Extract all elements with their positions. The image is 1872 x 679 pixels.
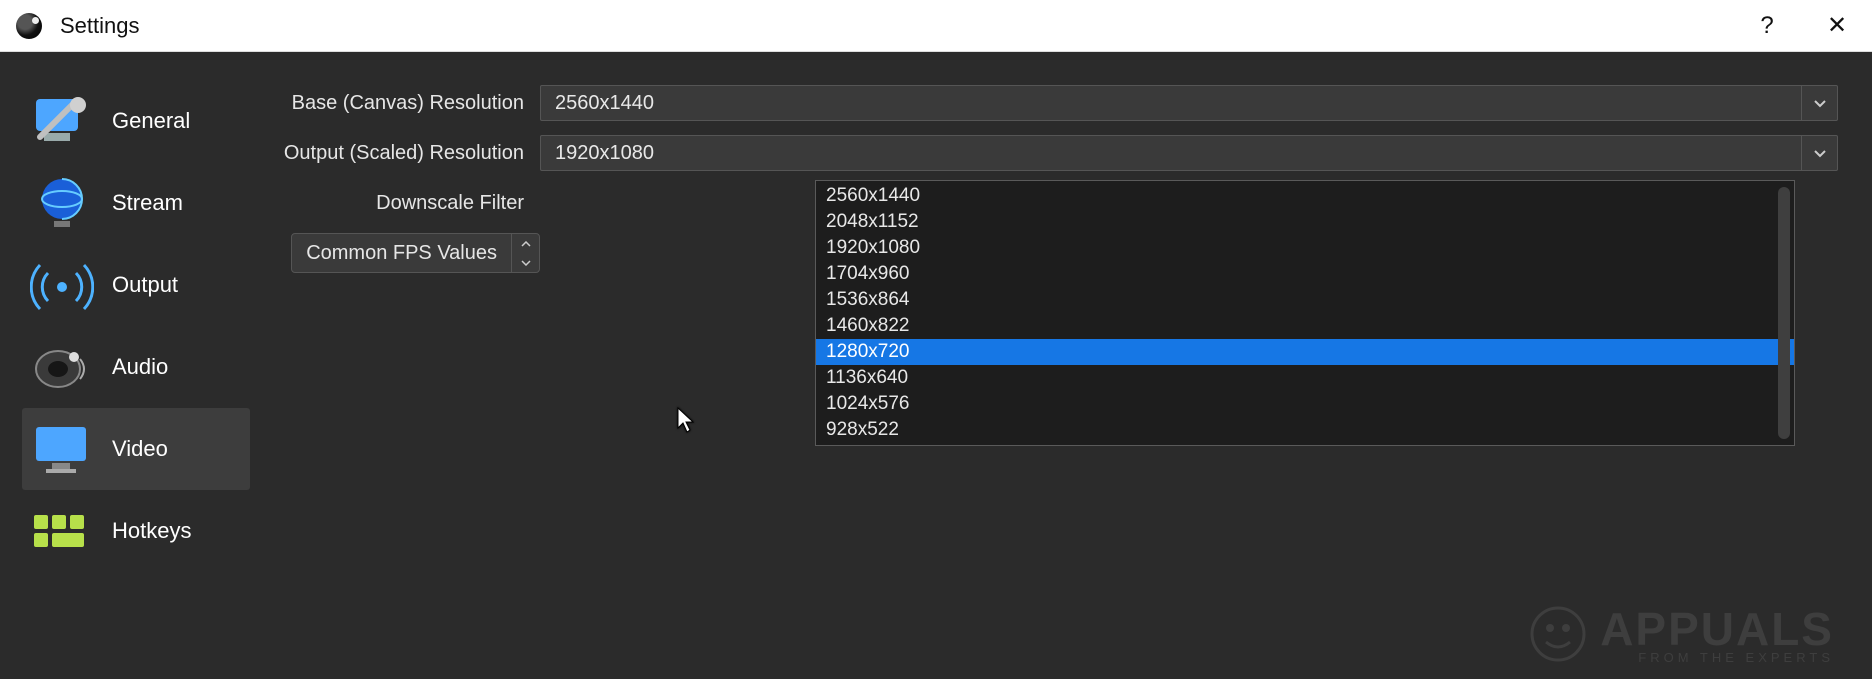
base-resolution-row: Base (Canvas) Resolution 2560x1440 <box>270 80 1838 126</box>
watermark-brand: APPUALS <box>1600 602 1834 656</box>
dropdown-option[interactable]: 2048x1152 <box>816 209 1794 235</box>
base-resolution-label: Base (Canvas) Resolution <box>270 92 540 115</box>
sidebar-item-label: Output <box>112 272 178 298</box>
sidebar-item-video[interactable]: Video <box>22 408 250 490</box>
spinner-icon <box>511 234 539 272</box>
output-resolution-row: Output (Scaled) Resolution 1920x1080 <box>270 130 1838 176</box>
dropdown-option[interactable]: 1024x576 <box>816 391 1794 417</box>
help-button[interactable]: ? <box>1732 0 1802 51</box>
keyboard-icon <box>30 503 94 559</box>
dropdown-option[interactable]: 1704x960 <box>816 261 1794 287</box>
output-resolution-combo[interactable]: 1920x1080 <box>540 135 1838 171</box>
sidebar-item-hotkeys[interactable]: Hotkeys <box>22 490 250 572</box>
output-resolution-dropdown[interactable]: 2560x1440 2048x1152 1920x1080 1704x960 1… <box>815 180 1795 446</box>
dropdown-option[interactable]: 928x522 <box>816 417 1794 443</box>
window-title: Settings <box>60 13 140 39</box>
chevron-down-icon <box>1801 86 1837 120</box>
antenna-icon <box>30 257 94 313</box>
wrench-icon <box>30 93 94 149</box>
dropdown-option[interactable]: 1460x822 <box>816 313 1794 339</box>
dropdown-option[interactable]: 1536x864 <box>816 287 1794 313</box>
fps-mode-label: Common FPS Values <box>292 242 511 265</box>
titlebar: Settings ? ✕ <box>0 0 1872 52</box>
speaker-icon <box>30 339 94 395</box>
settings-sidebar: General Stream Output <box>0 52 260 679</box>
sidebar-item-label: Video <box>112 436 168 462</box>
dropdown-option[interactable]: 1136x640 <box>816 365 1794 391</box>
sidebar-item-output[interactable]: Output <box>22 244 250 326</box>
watermark: APPUALS FROM THE EXPERTS <box>1530 602 1834 665</box>
fps-mode-selector[interactable]: Common FPS Values <box>291 233 540 273</box>
globe-icon <box>30 175 94 231</box>
sidebar-item-label: Hotkeys <box>112 518 191 544</box>
base-resolution-value: 2560x1440 <box>541 92 654 115</box>
sidebar-item-label: Audio <box>112 354 168 380</box>
monitor-icon <box>30 421 94 477</box>
client-area: General Stream Output <box>0 52 1872 679</box>
sidebar-item-audio[interactable]: Audio <box>22 326 250 408</box>
base-resolution-combo[interactable]: 2560x1440 <box>540 85 1838 121</box>
video-settings-panel: Base (Canvas) Resolution 2560x1440 Outpu… <box>260 52 1872 679</box>
sidebar-item-stream[interactable]: Stream <box>22 162 250 244</box>
close-button[interactable]: ✕ <box>1802 0 1872 51</box>
output-resolution-label: Output (Scaled) Resolution <box>270 142 540 165</box>
chevron-down-icon <box>1801 136 1837 170</box>
dropdown-scrollbar[interactable] <box>1778 187 1790 439</box>
downscale-filter-label: Downscale Filter <box>270 192 540 215</box>
obs-app-icon <box>16 13 42 39</box>
dropdown-option-highlighted[interactable]: 1280x720 <box>816 339 1794 365</box>
watermark-tagline: FROM THE EXPERTS <box>1638 650 1834 665</box>
dropdown-option[interactable]: 2560x1440 <box>816 183 1794 209</box>
output-resolution-value: 1920x1080 <box>541 142 654 165</box>
watermark-icon <box>1530 606 1586 662</box>
sidebar-item-label: Stream <box>112 190 183 216</box>
sidebar-item-general[interactable]: General <box>22 80 250 162</box>
sidebar-item-label: General <box>112 108 190 134</box>
dropdown-option[interactable]: 1920x1080 <box>816 235 1794 261</box>
